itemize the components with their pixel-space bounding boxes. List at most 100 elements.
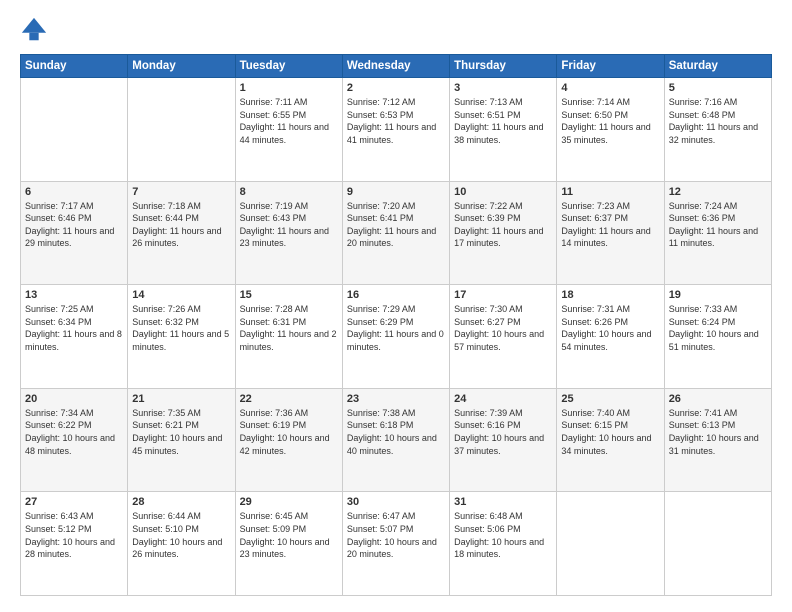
day-number: 29 bbox=[240, 496, 338, 508]
day-number: 5 bbox=[669, 82, 767, 94]
day-number: 20 bbox=[25, 393, 123, 405]
calendar-week-row: 20 Sunrise: 7:34 AM Sunset: 6:22 PM Dayli… bbox=[21, 388, 772, 492]
calendar-cell: 13 Sunrise: 7:25 AM Sunset: 6:34 PM Dayli… bbox=[21, 285, 128, 389]
calendar: SundayMondayTuesdayWednesdayThursdayFrid… bbox=[20, 54, 772, 596]
cell-content: Sunrise: 7:38 AM Sunset: 6:18 PM Dayligh… bbox=[347, 407, 445, 457]
day-number: 4 bbox=[561, 82, 659, 94]
calendar-cell: 3Sunrise: 7:13 AM Sunset: 6:51 PM Daylig… bbox=[450, 78, 557, 182]
weekday-header: Saturday bbox=[664, 55, 771, 78]
day-number: 2 bbox=[347, 82, 445, 94]
calendar-cell: 21 Sunrise: 7:35 AM Sunset: 6:21 PM Dayli… bbox=[128, 388, 235, 492]
day-number: 14 bbox=[132, 289, 230, 301]
cell-content: Sunrise: 7:39 AM Sunset: 6:16 PM Dayligh… bbox=[454, 407, 552, 457]
calendar-cell: 16 Sunrise: 7:29 AM Sunset: 6:29 PM Dayli… bbox=[342, 285, 449, 389]
cell-content: Sunrise: 7:40 AM Sunset: 6:15 PM Dayligh… bbox=[561, 407, 659, 457]
calendar-cell bbox=[128, 78, 235, 182]
calendar-cell: 23 Sunrise: 7:38 AM Sunset: 6:18 PM Dayli… bbox=[342, 388, 449, 492]
day-number: 26 bbox=[669, 393, 767, 405]
weekday-header-row: SundayMondayTuesdayWednesdayThursdayFrid… bbox=[21, 55, 772, 78]
day-number: 8 bbox=[240, 186, 338, 198]
day-number: 1 bbox=[240, 82, 338, 94]
cell-content: Sunrise: 6:47 AM Sunset: 5:07 PM Dayligh… bbox=[347, 510, 445, 560]
day-number: 16 bbox=[347, 289, 445, 301]
day-number: 9 bbox=[347, 186, 445, 198]
calendar-cell: 7Sunrise: 7:18 AM Sunset: 6:44 PM Daylig… bbox=[128, 181, 235, 285]
day-number: 10 bbox=[454, 186, 552, 198]
cell-content: Sunrise: 7:13 AM Sunset: 6:51 PM Dayligh… bbox=[454, 96, 552, 146]
cell-content: Sunrise: 7:23 AM Sunset: 6:37 PM Dayligh… bbox=[561, 200, 659, 250]
calendar-cell: 10 Sunrise: 7:22 AM Sunset: 6:39 PM Dayli… bbox=[450, 181, 557, 285]
cell-content: Sunrise: 7:22 AM Sunset: 6:39 PM Dayligh… bbox=[454, 200, 552, 250]
cell-content: Sunrise: 7:29 AM Sunset: 6:29 PM Dayligh… bbox=[347, 303, 445, 353]
calendar-cell: 12 Sunrise: 7:24 AM Sunset: 6:36 PM Dayli… bbox=[664, 181, 771, 285]
calendar-cell bbox=[21, 78, 128, 182]
calendar-cell: 30 Sunrise: 6:47 AM Sunset: 5:07 PM Dayli… bbox=[342, 492, 449, 596]
cell-content: Sunrise: 7:30 AM Sunset: 6:27 PM Dayligh… bbox=[454, 303, 552, 353]
page: SundayMondayTuesdayWednesdayThursdayFrid… bbox=[0, 0, 792, 612]
calendar-cell bbox=[557, 492, 664, 596]
cell-content: Sunrise: 7:11 AM Sunset: 6:55 PM Dayligh… bbox=[240, 96, 338, 146]
calendar-cell: 5 Sunrise: 7:16 AM Sunset: 6:48 PM Daylig… bbox=[664, 78, 771, 182]
day-number: 17 bbox=[454, 289, 552, 301]
cell-content: Sunrise: 7:34 AM Sunset: 6:22 PM Dayligh… bbox=[25, 407, 123, 457]
cell-content: Sunrise: 6:43 AM Sunset: 5:12 PM Dayligh… bbox=[25, 510, 123, 560]
cell-content: Sunrise: 6:44 AM Sunset: 5:10 PM Dayligh… bbox=[132, 510, 230, 560]
cell-content: Sunrise: 7:16 AM Sunset: 6:48 PM Dayligh… bbox=[669, 96, 767, 146]
calendar-week-row: 13 Sunrise: 7:25 AM Sunset: 6:34 PM Dayli… bbox=[21, 285, 772, 389]
cell-content: Sunrise: 6:45 AM Sunset: 5:09 PM Dayligh… bbox=[240, 510, 338, 560]
day-number: 11 bbox=[561, 186, 659, 198]
day-number: 23 bbox=[347, 393, 445, 405]
cell-content: Sunrise: 7:20 AM Sunset: 6:41 PM Dayligh… bbox=[347, 200, 445, 250]
cell-content: Sunrise: 7:19 AM Sunset: 6:43 PM Dayligh… bbox=[240, 200, 338, 250]
weekday-header: Thursday bbox=[450, 55, 557, 78]
calendar-cell: 2 Sunrise: 7:12 AM Sunset: 6:53 PM Daylig… bbox=[342, 78, 449, 182]
day-number: 25 bbox=[561, 393, 659, 405]
calendar-cell: 22Sunrise: 7:36 AM Sunset: 6:19 PM Dayli… bbox=[235, 388, 342, 492]
day-number: 30 bbox=[347, 496, 445, 508]
calendar-cell: 8 Sunrise: 7:19 AM Sunset: 6:43 PM Daylig… bbox=[235, 181, 342, 285]
calendar-cell: 17 Sunrise: 7:30 AM Sunset: 6:27 PM Dayli… bbox=[450, 285, 557, 389]
day-number: 12 bbox=[669, 186, 767, 198]
calendar-cell: 29 Sunrise: 6:45 AM Sunset: 5:09 PM Dayli… bbox=[235, 492, 342, 596]
weekday-header: Tuesday bbox=[235, 55, 342, 78]
day-number: 13 bbox=[25, 289, 123, 301]
weekday-header: Wednesday bbox=[342, 55, 449, 78]
logo bbox=[20, 16, 52, 44]
cell-content: Sunrise: 7:36 AM Sunset: 6:19 PM Dayligh… bbox=[240, 407, 338, 457]
calendar-cell: 24 Sunrise: 7:39 AM Sunset: 6:16 PM Dayli… bbox=[450, 388, 557, 492]
cell-content: Sunrise: 7:26 AM Sunset: 6:32 PM Dayligh… bbox=[132, 303, 230, 353]
header bbox=[20, 16, 772, 44]
calendar-cell: 9 Sunrise: 7:20 AM Sunset: 6:41 PM Daylig… bbox=[342, 181, 449, 285]
cell-content: Sunrise: 7:24 AM Sunset: 6:36 PM Dayligh… bbox=[669, 200, 767, 250]
day-number: 7 bbox=[132, 186, 230, 198]
calendar-cell: 11 Sunrise: 7:23 AM Sunset: 6:37 PM Dayli… bbox=[557, 181, 664, 285]
calendar-cell: 6 Sunrise: 7:17 AM Sunset: 6:46 PM Daylig… bbox=[21, 181, 128, 285]
calendar-cell: 1 Sunrise: 7:11 AM Sunset: 6:55 PM Daylig… bbox=[235, 78, 342, 182]
calendar-cell: 25 Sunrise: 7:40 AM Sunset: 6:15 PM Dayli… bbox=[557, 388, 664, 492]
cell-content: Sunrise: 7:14 AM Sunset: 6:50 PM Dayligh… bbox=[561, 96, 659, 146]
calendar-cell: 26 Sunrise: 7:41 AM Sunset: 6:13 PM Dayli… bbox=[664, 388, 771, 492]
day-number: 24 bbox=[454, 393, 552, 405]
logo-icon bbox=[20, 16, 48, 44]
day-number: 18 bbox=[561, 289, 659, 301]
day-number: 21 bbox=[132, 393, 230, 405]
cell-content: Sunrise: 7:12 AM Sunset: 6:53 PM Dayligh… bbox=[347, 96, 445, 146]
day-number: 28 bbox=[132, 496, 230, 508]
cell-content: Sunrise: 7:25 AM Sunset: 6:34 PM Dayligh… bbox=[25, 303, 123, 353]
calendar-cell: 14 Sunrise: 7:26 AM Sunset: 6:32 PM Dayli… bbox=[128, 285, 235, 389]
calendar-cell: 28 Sunrise: 6:44 AM Sunset: 5:10 PM Dayli… bbox=[128, 492, 235, 596]
cell-content: Sunrise: 7:35 AM Sunset: 6:21 PM Dayligh… bbox=[132, 407, 230, 457]
calendar-week-row: 1 Sunrise: 7:11 AM Sunset: 6:55 PM Daylig… bbox=[21, 78, 772, 182]
cell-content: Sunrise: 7:31 AM Sunset: 6:26 PM Dayligh… bbox=[561, 303, 659, 353]
day-number: 6 bbox=[25, 186, 123, 198]
day-number: 31 bbox=[454, 496, 552, 508]
calendar-week-row: 27Sunrise: 6:43 AM Sunset: 5:12 PM Dayli… bbox=[21, 492, 772, 596]
calendar-cell: 15Sunrise: 7:28 AM Sunset: 6:31 PM Dayli… bbox=[235, 285, 342, 389]
weekday-header: Sunday bbox=[21, 55, 128, 78]
calendar-cell bbox=[664, 492, 771, 596]
day-number: 15 bbox=[240, 289, 338, 301]
calendar-cell: 19Sunrise: 7:33 AM Sunset: 6:24 PM Dayli… bbox=[664, 285, 771, 389]
cell-content: Sunrise: 7:41 AM Sunset: 6:13 PM Dayligh… bbox=[669, 407, 767, 457]
day-number: 19 bbox=[669, 289, 767, 301]
cell-content: Sunrise: 7:17 AM Sunset: 6:46 PM Dayligh… bbox=[25, 200, 123, 250]
